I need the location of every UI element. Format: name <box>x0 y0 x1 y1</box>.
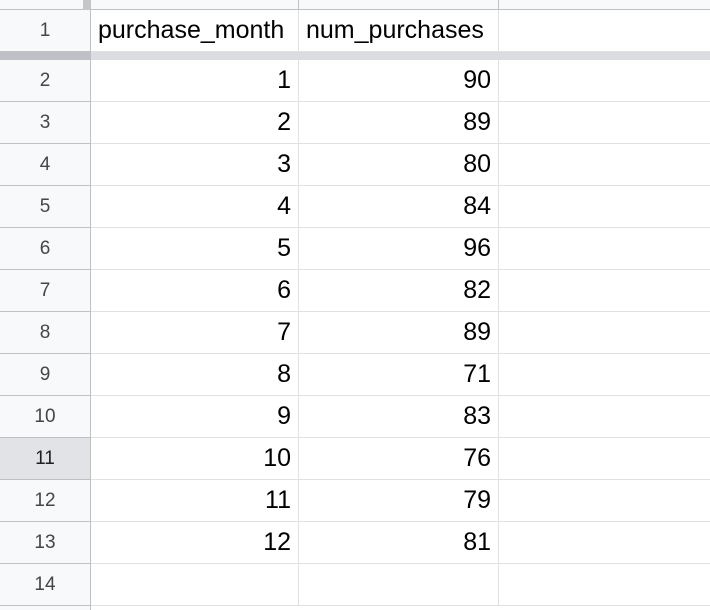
cell-empty[interactable] <box>499 438 710 480</box>
table-row: 5 4 84 <box>0 186 710 228</box>
table-row: 9 8 71 <box>0 354 710 396</box>
cell-num-purchases[interactable]: 84 <box>299 186 499 228</box>
cell-header-purchase-month[interactable]: purchase_month <box>91 10 299 52</box>
row-number[interactable]: 3 <box>0 102 90 144</box>
cell-empty[interactable] <box>499 396 710 438</box>
table-row: 11 10 76 <box>0 438 710 480</box>
row-number[interactable]: 6 <box>0 228 90 270</box>
spreadsheet-grid[interactable]: 1 purchase_month num_purchases 2 1 90 3 2 89 4… <box>0 0 710 610</box>
cell-num-purchases[interactable]: 89 <box>299 102 499 144</box>
cell-empty[interactable] <box>499 102 710 144</box>
cell-purchase-month[interactable]: 12 <box>91 522 299 564</box>
cell-empty[interactable] <box>499 312 710 354</box>
row-number[interactable]: 11 <box>0 438 90 480</box>
cell-purchase-month[interactable]: 2 <box>91 102 299 144</box>
cell-header-num-purchases[interactable]: num_purchases <box>299 10 499 52</box>
cell-purchase-month[interactable]: 7 <box>91 312 299 354</box>
cell-num-purchases[interactable]: 83 <box>299 396 499 438</box>
column-header-strip <box>0 0 710 10</box>
cell-num-purchases[interactable]: 90 <box>299 60 499 102</box>
table-row: 10 9 83 <box>0 396 710 438</box>
row-number[interactable]: 12 <box>0 480 90 522</box>
row-number[interactable]: 13 <box>0 522 90 564</box>
cell-purchase-month[interactable] <box>91 564 299 606</box>
cell-num-purchases[interactable]: 79 <box>299 480 499 522</box>
cell-purchase-month[interactable]: 1 <box>91 60 299 102</box>
table-row: 2 1 90 <box>0 60 710 102</box>
cell-purchase-month[interactable]: 10 <box>91 438 299 480</box>
cell-num-purchases[interactable]: 76 <box>299 438 499 480</box>
cell-num-purchases[interactable]: 96 <box>299 228 499 270</box>
row-number[interactable]: 2 <box>0 60 90 102</box>
cell-purchase-month[interactable]: 8 <box>91 354 299 396</box>
cell-empty[interactable] <box>499 354 710 396</box>
cell-empty[interactable] <box>499 564 710 606</box>
cell-header-empty[interactable] <box>499 10 710 52</box>
cell-num-purchases[interactable] <box>299 564 499 606</box>
cell-num-purchases[interactable]: 71 <box>299 354 499 396</box>
cell-empty[interactable] <box>499 60 710 102</box>
cell-empty[interactable] <box>499 186 710 228</box>
cell-empty[interactable] <box>499 144 710 186</box>
frozen-row-divider-gutter <box>0 52 91 60</box>
cell-num-purchases[interactable]: 81 <box>299 522 499 564</box>
row-number[interactable]: 7 <box>0 270 90 312</box>
select-all-corner[interactable] <box>83 0 91 10</box>
cell-empty[interactable] <box>499 480 710 522</box>
row-number[interactable]: 4 <box>0 144 90 186</box>
table-row: 14 <box>0 564 710 606</box>
row-number[interactable]: 9 <box>0 354 90 396</box>
cell-purchase-month[interactable]: 11 <box>91 480 299 522</box>
header-row: 1 purchase_month num_purchases <box>0 10 710 52</box>
table-row: 12 11 79 <box>0 480 710 522</box>
cell-empty[interactable] <box>499 228 710 270</box>
row-number[interactable]: 10 <box>0 396 90 438</box>
table-row: 6 5 96 <box>0 228 710 270</box>
row-header-border <box>90 10 91 610</box>
cell-purchase-month[interactable]: 3 <box>91 144 299 186</box>
cell-empty[interactable] <box>499 270 710 312</box>
column-divider[interactable] <box>298 0 299 10</box>
frozen-row-divider[interactable] <box>0 52 710 60</box>
table-row: 7 6 82 <box>0 270 710 312</box>
cell-num-purchases[interactable]: 80 <box>299 144 499 186</box>
table-row: 13 12 81 <box>0 522 710 564</box>
cell-purchase-month[interactable]: 4 <box>91 186 299 228</box>
cell-purchase-month[interactable]: 6 <box>91 270 299 312</box>
cell-purchase-month[interactable]: 9 <box>91 396 299 438</box>
cell-purchase-month[interactable]: 5 <box>91 228 299 270</box>
table-row: 8 7 89 <box>0 312 710 354</box>
column-divider[interactable] <box>498 0 499 10</box>
row-number[interactable]: 14 <box>0 564 90 606</box>
row-number[interactable]: 5 <box>0 186 90 228</box>
cell-num-purchases[interactable]: 89 <box>299 312 499 354</box>
row-number[interactable]: 8 <box>0 312 90 354</box>
table-row: 4 3 80 <box>0 144 710 186</box>
cell-num-purchases[interactable]: 82 <box>299 270 499 312</box>
table-row: 3 2 89 <box>0 102 710 144</box>
row-number[interactable]: 1 <box>0 10 90 52</box>
cell-empty[interactable] <box>499 522 710 564</box>
